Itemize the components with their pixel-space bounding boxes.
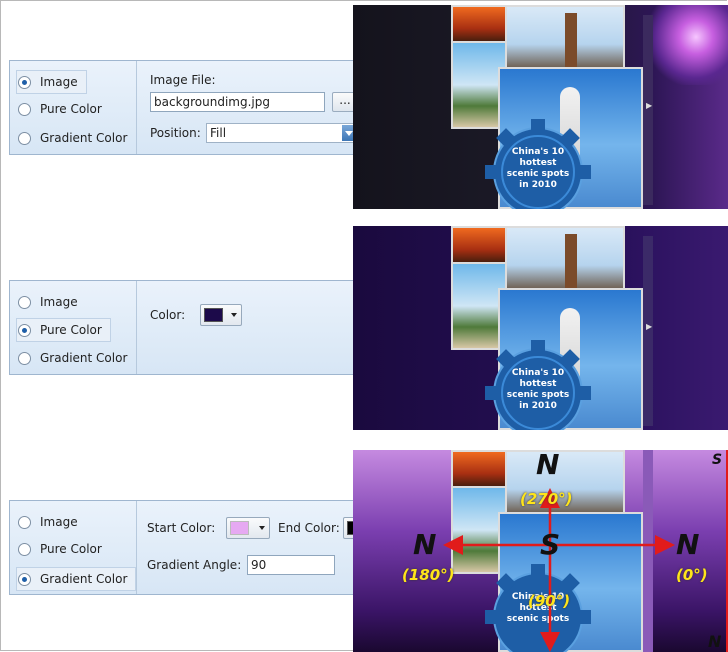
- caption-line: China's 10: [511, 368, 565, 378]
- compass-center-s: S: [540, 528, 561, 561]
- radio-gradient-color[interactable]: Gradient Color: [18, 347, 135, 369]
- background-panel-gradient-color: Image Pure Color Gradient Color Start Co…: [9, 500, 397, 595]
- radio-label: Image: [40, 75, 78, 89]
- radio-pure-color[interactable]: Pure Color: [16, 318, 111, 342]
- radio-label: Pure Color: [40, 542, 102, 556]
- radio-image[interactable]: Image: [16, 70, 87, 94]
- radio-label: Gradient Color: [40, 351, 128, 365]
- radio-button[interactable]: [18, 351, 31, 365]
- light-flare-decoration: [648, 5, 728, 85]
- start-color-label: Start Color:: [147, 521, 216, 535]
- position-select[interactable]: Fill: [206, 123, 358, 143]
- corner-s-label: S: [712, 452, 723, 468]
- radio-image[interactable]: Image: [18, 511, 86, 533]
- preview-caption: China's 10 hottest scenic spots in 2010: [502, 147, 574, 191]
- photo-tile-pagoda: [505, 5, 625, 71]
- page-edge: [643, 15, 653, 205]
- photo-tile-sunset: [451, 5, 508, 45]
- radio-gradient-color[interactable]: Gradient Color: [16, 567, 137, 591]
- play-arrow-icon: ▶: [646, 322, 653, 331]
- compass-north-top: N: [536, 448, 560, 481]
- color-label: Color:: [150, 308, 186, 322]
- radio-button[interactable]: [18, 515, 31, 529]
- caption-line: in 2010: [519, 180, 557, 190]
- radio-label: Pure Color: [40, 323, 102, 337]
- image-file-label: Image File:: [150, 73, 216, 87]
- caption-line: scenic spots: [506, 390, 570, 400]
- angle-90-label: (90°): [528, 592, 571, 610]
- preview-pure-color-background: China's 10 hottest scenic spots in 2010 …: [353, 226, 728, 430]
- radio-button[interactable]: [18, 131, 31, 145]
- caption-line: China's 10: [511, 147, 565, 157]
- corner-n-label: N: [708, 632, 722, 651]
- preview-image-background: China's 10 hottest scenic spots in 2010 …: [353, 5, 728, 209]
- caption-line: hottest: [519, 158, 557, 168]
- color-swatch: [204, 308, 223, 322]
- radio-button[interactable]: [18, 102, 31, 116]
- compass-north-right: N: [676, 528, 700, 561]
- photo-tile-pagoda: [505, 226, 625, 292]
- start-color-swatch: [230, 521, 249, 535]
- pagoda-shape: [565, 234, 577, 290]
- preview-caption: China's 10 hottest scenic spots in 2010: [502, 368, 574, 412]
- caption-line: scenic spots: [506, 169, 570, 179]
- radio-pure-color[interactable]: Pure Color: [18, 98, 110, 120]
- angle-0-label: (0°): [676, 566, 708, 584]
- compass-north-left: N: [413, 528, 437, 561]
- caret-down-icon: [259, 526, 265, 533]
- image-file-input[interactable]: backgroundimg.jpg: [150, 92, 325, 112]
- radio-label: Pure Color: [40, 102, 102, 116]
- pagoda-shape: [565, 13, 577, 69]
- radio-button[interactable]: [18, 572, 31, 586]
- position-label: Position:: [150, 126, 201, 140]
- caret-down-icon: [231, 313, 237, 320]
- radio-button[interactable]: [18, 323, 31, 337]
- radio-button[interactable]: [18, 542, 31, 556]
- radio-button[interactable]: [18, 75, 31, 89]
- play-arrow-icon: ▶: [646, 101, 653, 110]
- gradient-angle-label: Gradient Angle:: [147, 558, 242, 572]
- radio-pure-color[interactable]: Pure Color: [18, 538, 110, 560]
- gradient-angle-input[interactable]: 90: [247, 555, 335, 575]
- background-panel-image: Image Pure Color Gradient Color Image Fi…: [9, 60, 397, 155]
- radio-label: Image: [40, 295, 78, 309]
- start-color-picker-button[interactable]: [226, 517, 270, 539]
- photo-tile-sunset: [451, 226, 508, 266]
- background-panel-pure-color: Image Pure Color Gradient Color Color:: [9, 280, 397, 375]
- radio-label: Image: [40, 515, 78, 529]
- color-picker-button[interactable]: [200, 304, 242, 326]
- radio-label: Gradient Color: [40, 572, 128, 586]
- radio-label: Gradient Color: [40, 131, 128, 145]
- page-edge: [643, 236, 653, 426]
- radio-image[interactable]: Image: [18, 291, 86, 313]
- angle-180-label: (180°): [402, 566, 455, 584]
- caption-line: hottest: [519, 379, 557, 389]
- radio-button[interactable]: [18, 295, 31, 309]
- position-value: Fill: [210, 126, 227, 140]
- caption-line: in 2010: [519, 401, 557, 411]
- end-color-label: End Color:: [278, 521, 340, 535]
- angle-270-label: (270°): [520, 490, 573, 508]
- radio-gradient-color[interactable]: Gradient Color: [18, 127, 135, 149]
